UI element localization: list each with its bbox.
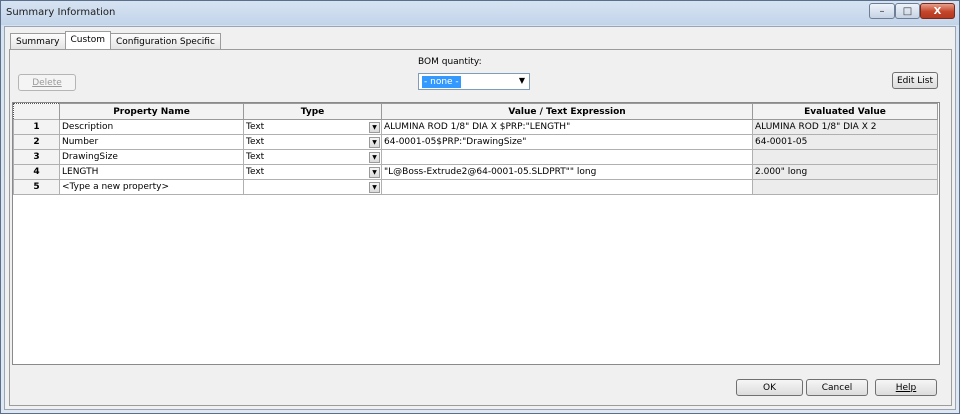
column-header-type[interactable]: Type xyxy=(243,103,382,120)
row-number[interactable]: 2 xyxy=(13,134,60,150)
ok-button[interactable]: OK xyxy=(736,379,803,396)
property-name-cell[interactable]: <Type a new property> xyxy=(59,179,244,195)
table-row: 1 Description Text ▼ ALUMINA ROD 1/8" DIA… xyxy=(13,119,938,135)
chevron-down-icon[interactable]: ▼ xyxy=(369,137,380,148)
evaluated-value-cell: 64-0001-05 xyxy=(752,134,938,150)
chevron-down-icon[interactable]: ▼ xyxy=(369,152,380,163)
custom-properties-grid: Property Name Type Value / Text Expressi… xyxy=(12,102,940,365)
bom-quantity-label: BOM quantity: xyxy=(418,57,482,67)
value-cell[interactable]: "L@Boss-Extrude2@64-0001-05.SLDPRT"" lon… xyxy=(381,164,753,180)
type-cell[interactable]: Text ▼ xyxy=(243,149,382,165)
tab-custom[interactable]: Custom xyxy=(64,31,111,49)
help-button-label: Help xyxy=(895,382,917,393)
cancel-button-label: Cancel xyxy=(821,382,853,393)
maximize-button[interactable]: □ xyxy=(895,3,920,19)
property-name-cell[interactable]: LENGTH xyxy=(59,164,244,180)
bom-quantity-selected-value: - none - xyxy=(422,76,461,88)
property-name-cell[interactable]: Description xyxy=(59,119,244,135)
column-header-value[interactable]: Value / Text Expression xyxy=(381,103,753,120)
close-button[interactable]: X xyxy=(920,3,955,19)
property-name-cell[interactable]: DrawingSize xyxy=(59,149,244,165)
row-number[interactable]: 1 xyxy=(13,119,60,135)
cancel-button[interactable]: Cancel xyxy=(806,379,868,396)
summary-information-window: Summary Information – □ X Summary Custom… xyxy=(0,0,960,414)
properties-table: Property Name Type Value / Text Expressi… xyxy=(13,103,938,195)
tab-strip: Summary Custom Configuration Specific xyxy=(10,31,221,49)
value-cell[interactable]: ALUMINA ROD 1/8" DIA X $PRP:"LENGTH" xyxy=(381,119,753,135)
table-row: 2 Number Text ▼ 64-0001-05$PRP:"DrawingSi… xyxy=(13,134,938,150)
type-cell[interactable]: Text ▼ xyxy=(243,134,382,150)
row-number[interactable]: 3 xyxy=(13,149,60,165)
minimize-button[interactable]: – xyxy=(869,3,895,19)
property-name-cell[interactable]: Number xyxy=(59,134,244,150)
type-value: Text xyxy=(246,122,265,132)
ok-button-label: OK xyxy=(763,382,776,393)
type-value: Text xyxy=(246,167,265,177)
table-row-new-property: 5 <Type a new property> ▼ xyxy=(13,179,938,195)
title-bar[interactable]: Summary Information – □ X xyxy=(1,1,959,25)
evaluated-value-cell xyxy=(752,149,938,165)
type-cell[interactable]: Text ▼ xyxy=(243,164,382,180)
column-header-property-name[interactable]: Property Name xyxy=(59,103,244,120)
type-cell[interactable]: ▼ xyxy=(243,179,382,195)
table-header-row: Property Name Type Value / Text Expressi… xyxy=(13,103,938,120)
help-button[interactable]: Help xyxy=(875,379,937,396)
column-header-evaluated-value[interactable]: Evaluated Value xyxy=(752,103,938,120)
chevron-down-icon[interactable]: ▼ xyxy=(369,122,380,133)
tab-configuration-specific[interactable]: Configuration Specific xyxy=(109,33,221,49)
evaluated-value-cell xyxy=(752,179,938,195)
chevron-down-icon[interactable]: ▼ xyxy=(369,182,380,193)
value-cell[interactable] xyxy=(381,149,753,165)
corner-header[interactable] xyxy=(13,103,60,120)
row-number[interactable]: 5 xyxy=(13,179,60,195)
type-value: Text xyxy=(246,152,265,162)
edit-list-button-label: Edit List xyxy=(896,75,934,86)
dialog-client-area: Summary Custom Configuration Specific De… xyxy=(4,26,956,410)
custom-tab-panel: Delete BOM quantity: - none - ▼ Edit Lis… xyxy=(9,49,952,406)
table-row: 3 DrawingSize Text ▼ xyxy=(13,149,938,165)
evaluated-value-cell: ALUMINA ROD 1/8" DIA X 2 xyxy=(752,119,938,135)
row-number[interactable]: 4 xyxy=(13,164,60,180)
type-value: Text xyxy=(246,137,265,147)
evaluated-value-cell: 2.000" long xyxy=(752,164,938,180)
edit-list-button[interactable]: Edit List xyxy=(892,72,938,89)
delete-button-label: Delete xyxy=(32,77,62,88)
window-title: Summary Information xyxy=(6,7,116,18)
table-row: 4 LENGTH Text ▼ "L@Boss-Extrude2@64-0001-… xyxy=(13,164,938,180)
type-cell[interactable]: Text ▼ xyxy=(243,119,382,135)
tab-summary[interactable]: Summary xyxy=(10,33,66,49)
value-cell[interactable]: 64-0001-05$PRP:"DrawingSize" xyxy=(381,134,753,150)
chevron-down-icon: ▼ xyxy=(518,76,525,85)
delete-button[interactable]: Delete xyxy=(18,74,76,91)
chevron-down-icon[interactable]: ▼ xyxy=(369,167,380,178)
bom-quantity-dropdown[interactable]: - none - ▼ xyxy=(418,73,530,90)
value-cell[interactable] xyxy=(381,179,753,195)
